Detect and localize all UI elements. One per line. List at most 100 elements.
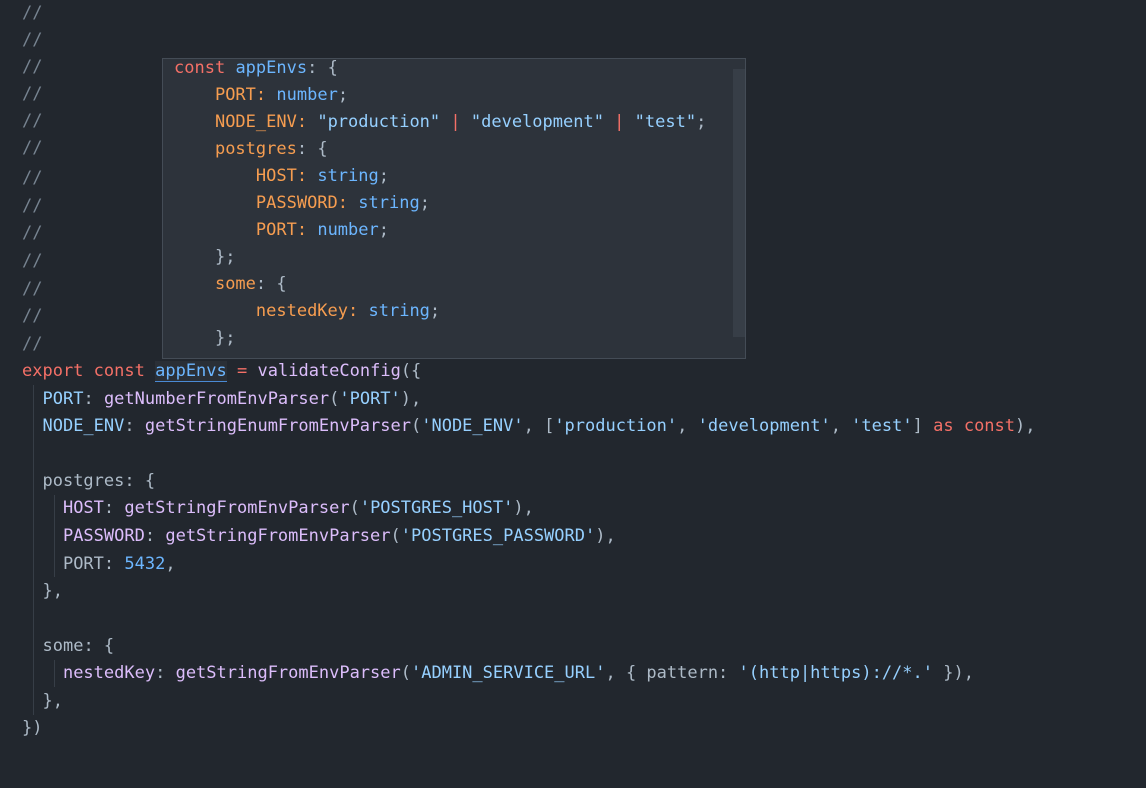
- comment-line: //: [22, 223, 43, 243]
- comment-line: //: [22, 279, 43, 299]
- hover-scrollbar[interactable]: [733, 69, 745, 337]
- punctuation: ({: [400, 361, 422, 381]
- punctuation: }): [22, 718, 43, 738]
- code-line-port[interactable]: PORT: getNumberFromEnvParser('PORT'),: [22, 386, 421, 413]
- punctuation: ]: [912, 416, 923, 436]
- code-editor[interactable]: // // // // // // // // // // // // // e…: [0, 0, 1146, 788]
- string-literal: 'development': [697, 416, 831, 436]
- punctuation: :: [296, 112, 318, 132]
- property-key: HOST: [255, 166, 297, 186]
- number-literal: 5432: [124, 554, 166, 574]
- punctuation: : {: [83, 636, 115, 656]
- function-name[interactable]: getStringEnumFromEnvParser: [145, 416, 411, 436]
- punctuation: :: [296, 220, 318, 240]
- punctuation: };: [214, 247, 236, 267]
- hover-line: PORT: number;: [174, 217, 389, 244]
- code-line-some[interactable]: some: {: [22, 633, 114, 660]
- string-literal: 'test': [851, 416, 913, 436]
- hover-line: PORT: number;: [174, 82, 348, 109]
- punctuation: }),: [933, 663, 974, 683]
- punctuation: , { pattern:: [605, 663, 739, 683]
- code-line-close[interactable]: },: [22, 688, 63, 715]
- punctuation: },: [42, 581, 63, 601]
- type-name: number: [276, 85, 338, 105]
- punctuation: , [: [523, 416, 555, 436]
- property-key: PORT: [62, 554, 104, 574]
- comment-line: //: [22, 334, 43, 354]
- hover-line: postgres: {: [174, 136, 328, 163]
- property-key: PASSWORD: [255, 193, 338, 213]
- string-literal: '(http|https)://*.': [738, 663, 933, 683]
- comment-line: //: [22, 57, 43, 77]
- comment-line: //: [22, 251, 43, 271]
- code-line-nested-key[interactable]: nestedKey: getStringFromEnvParser('ADMIN…: [22, 660, 974, 687]
- punctuation: ;: [337, 85, 349, 105]
- type-hover-popup[interactable]: const appEnvs: { PORT: number; NODE_ENV:…: [162, 58, 746, 359]
- punctuation: ),: [595, 526, 616, 546]
- function-name[interactable]: getStringFromEnvParser: [124, 498, 349, 518]
- code-line-export[interactable]: export const appEnvs = validateConfig({: [22, 358, 421, 385]
- function-name[interactable]: validateConfig: [258, 361, 401, 381]
- punctuation: ;: [696, 112, 707, 132]
- selected-identifier[interactable]: appEnvs: [155, 361, 227, 382]
- punctuation: ),: [400, 389, 422, 409]
- string-literal: 'POSTGRES_HOST': [359, 498, 514, 518]
- property-key: PASSWORD: [62, 526, 145, 546]
- identifier: appEnvs: [235, 58, 308, 78]
- punctuation: ,: [165, 554, 176, 574]
- property-key: HOST: [62, 498, 104, 518]
- operator: |: [440, 112, 471, 132]
- code-line-postgres[interactable]: postgres: {: [22, 468, 155, 495]
- string-literal: "development": [470, 112, 604, 132]
- string-literal: 'PORT': [339, 389, 401, 409]
- punctuation: :: [103, 498, 115, 518]
- hover-line: };: [174, 325, 235, 352]
- string-literal: 'NODE_ENV': [421, 416, 524, 436]
- code-line-pg-port[interactable]: PORT: 5432,: [22, 551, 176, 578]
- punctuation: :: [337, 193, 359, 213]
- code-line-password[interactable]: PASSWORD: getStringFromEnvParser('POSTGR…: [22, 523, 616, 550]
- comment-line: //: [22, 111, 43, 131]
- punctuation: : {: [296, 139, 328, 159]
- code-line-host[interactable]: HOST: getStringFromEnvParser('POSTGRES_H…: [22, 495, 534, 522]
- type-name: string: [368, 301, 430, 321]
- function-name[interactable]: getStringFromEnvParser: [176, 663, 401, 683]
- string-literal: 'POSTGRES_PASSWORD': [400, 526, 596, 546]
- property-key: postgres: [42, 471, 125, 491]
- code-line-close[interactable]: },: [22, 578, 63, 605]
- operator: =: [237, 361, 248, 381]
- property-key: PORT: [214, 85, 256, 105]
- punctuation: ),: [513, 498, 534, 518]
- comment-line: //: [22, 3, 43, 23]
- function-name[interactable]: getStringFromEnvParser: [165, 526, 390, 546]
- keyword: const: [174, 58, 226, 78]
- keyword: const: [93, 361, 145, 381]
- string-literal: "test": [634, 112, 697, 132]
- punctuation: ),: [1015, 416, 1036, 436]
- code-line-node-env[interactable]: NODE_ENV: getStringEnumFromEnvParser('NO…: [22, 413, 1036, 440]
- comment-line: //: [22, 84, 43, 104]
- punctuation: },: [42, 691, 63, 711]
- property-key: PORT: [255, 220, 297, 240]
- punctuation: ;: [378, 220, 389, 240]
- code-line-close[interactable]: }): [22, 715, 42, 742]
- comment-line: //: [22, 196, 43, 216]
- punctuation: :: [103, 554, 115, 574]
- string-literal: 'production': [554, 416, 678, 436]
- property-key: some: [42, 636, 84, 656]
- punctuation: :: [124, 416, 135, 436]
- property-key: PORT: [42, 389, 84, 409]
- punctuation: :: [255, 85, 277, 105]
- function-name[interactable]: getNumberFromEnvParser: [104, 389, 329, 409]
- punctuation: : {: [307, 58, 338, 78]
- hover-line: const appEnvs: {: [174, 58, 338, 82]
- punctuation: ;: [419, 193, 430, 213]
- hover-line: HOST: string;: [174, 163, 389, 190]
- type-name: number: [317, 220, 379, 240]
- punctuation: ;: [378, 166, 389, 186]
- property-key: nestedKey: [255, 301, 349, 321]
- hover-line: };: [174, 244, 235, 271]
- punctuation: :: [348, 301, 369, 321]
- punctuation: ;: [429, 301, 441, 321]
- hover-line: NODE_ENV: "production" | "development" |…: [174, 109, 706, 136]
